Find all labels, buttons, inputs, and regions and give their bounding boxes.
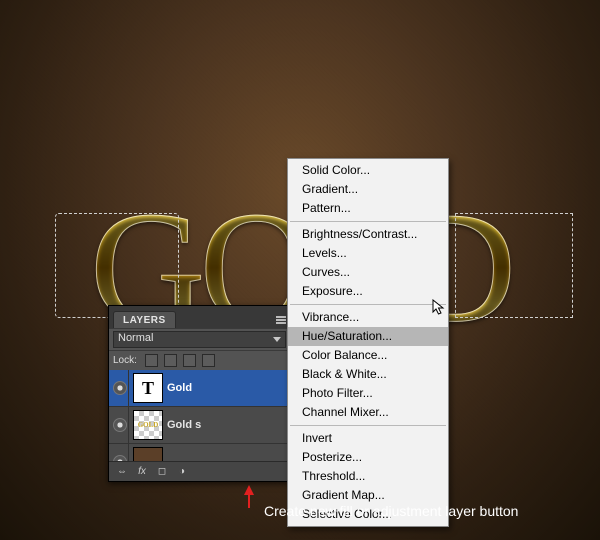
fx-icon[interactable]: fx bbox=[135, 465, 149, 479]
layers-panel[interactable]: LAYERS Normal Lock: T Gold Gold s bbox=[108, 305, 291, 482]
menu-item[interactable]: Color Balance... bbox=[288, 346, 448, 365]
menu-separator bbox=[290, 221, 446, 222]
menu-item[interactable]: Curves... bbox=[288, 263, 448, 282]
lock-transparent-icon[interactable] bbox=[145, 354, 158, 367]
layer-thumbnail-gold[interactable] bbox=[133, 410, 163, 440]
lock-all-icon[interactable] bbox=[202, 354, 215, 367]
menu-item[interactable]: Vibrance... bbox=[288, 308, 448, 327]
menu-item[interactable]: Posterize... bbox=[288, 448, 448, 467]
layer-thumbnail-bg[interactable] bbox=[133, 447, 163, 461]
panel-tab-bar: LAYERS bbox=[109, 306, 290, 328]
new-adjustment-layer-icon[interactable]: ◑ bbox=[175, 465, 189, 479]
menu-item[interactable]: Threshold... bbox=[288, 467, 448, 486]
layer-row[interactable]: Gold s bbox=[109, 407, 290, 444]
layers-list: T Gold Gold s bbox=[109, 370, 290, 461]
panel-footer-toolbar: ⇔ fx ◻ ◑ bbox=[109, 461, 290, 481]
menu-separator bbox=[290, 425, 446, 426]
lock-label: Lock: bbox=[113, 355, 137, 366]
menu-item[interactable]: Black & White... bbox=[288, 365, 448, 384]
menu-item[interactable]: Photo Filter... bbox=[288, 384, 448, 403]
menu-item[interactable]: Hue/Saturation... bbox=[288, 327, 448, 346]
menu-separator bbox=[290, 304, 446, 305]
menu-item[interactable]: Invert bbox=[288, 429, 448, 448]
blend-mode-select[interactable]: Normal bbox=[113, 331, 286, 348]
menu-item[interactable]: Brightness/Contrast... bbox=[288, 225, 448, 244]
tab-layers[interactable]: LAYERS bbox=[113, 311, 176, 328]
adjustment-layer-context-menu[interactable]: Solid Color...Gradient...Pattern... Brigh… bbox=[287, 158, 449, 527]
lock-row: Lock: bbox=[109, 350, 290, 370]
menu-item[interactable]: Solid Color... bbox=[288, 161, 448, 180]
menu-item[interactable]: Pattern... bbox=[288, 199, 448, 218]
menu-item[interactable]: Channel Mixer... bbox=[288, 403, 448, 422]
lock-position-icon[interactable] bbox=[183, 354, 196, 367]
chevron-down-icon bbox=[273, 337, 281, 342]
blend-mode-row: Normal bbox=[109, 328, 290, 350]
blend-mode-value: Normal bbox=[118, 332, 153, 344]
layer-row[interactable] bbox=[109, 444, 290, 461]
menu-item[interactable]: Exposure... bbox=[288, 282, 448, 301]
layer-row[interactable]: T Gold bbox=[109, 370, 290, 407]
visibility-eye-icon[interactable] bbox=[113, 381, 127, 395]
mask-icon[interactable]: ◻ bbox=[155, 465, 169, 479]
layer-thumbnail-text[interactable]: T bbox=[133, 373, 163, 403]
layer-name[interactable]: Gold s bbox=[167, 419, 201, 431]
annotation-caption: Create new fill or adjustment layer butt… bbox=[264, 503, 518, 519]
visibility-eye-icon[interactable] bbox=[113, 418, 127, 432]
menu-item[interactable]: Levels... bbox=[288, 244, 448, 263]
menu-item[interactable]: Gradient... bbox=[288, 180, 448, 199]
link-layers-icon[interactable]: ⇔ bbox=[115, 465, 129, 479]
annotation-arrow-stem bbox=[248, 494, 250, 508]
lock-pixels-icon[interactable] bbox=[164, 354, 177, 367]
layer-name[interactable]: Gold bbox=[167, 382, 192, 394]
